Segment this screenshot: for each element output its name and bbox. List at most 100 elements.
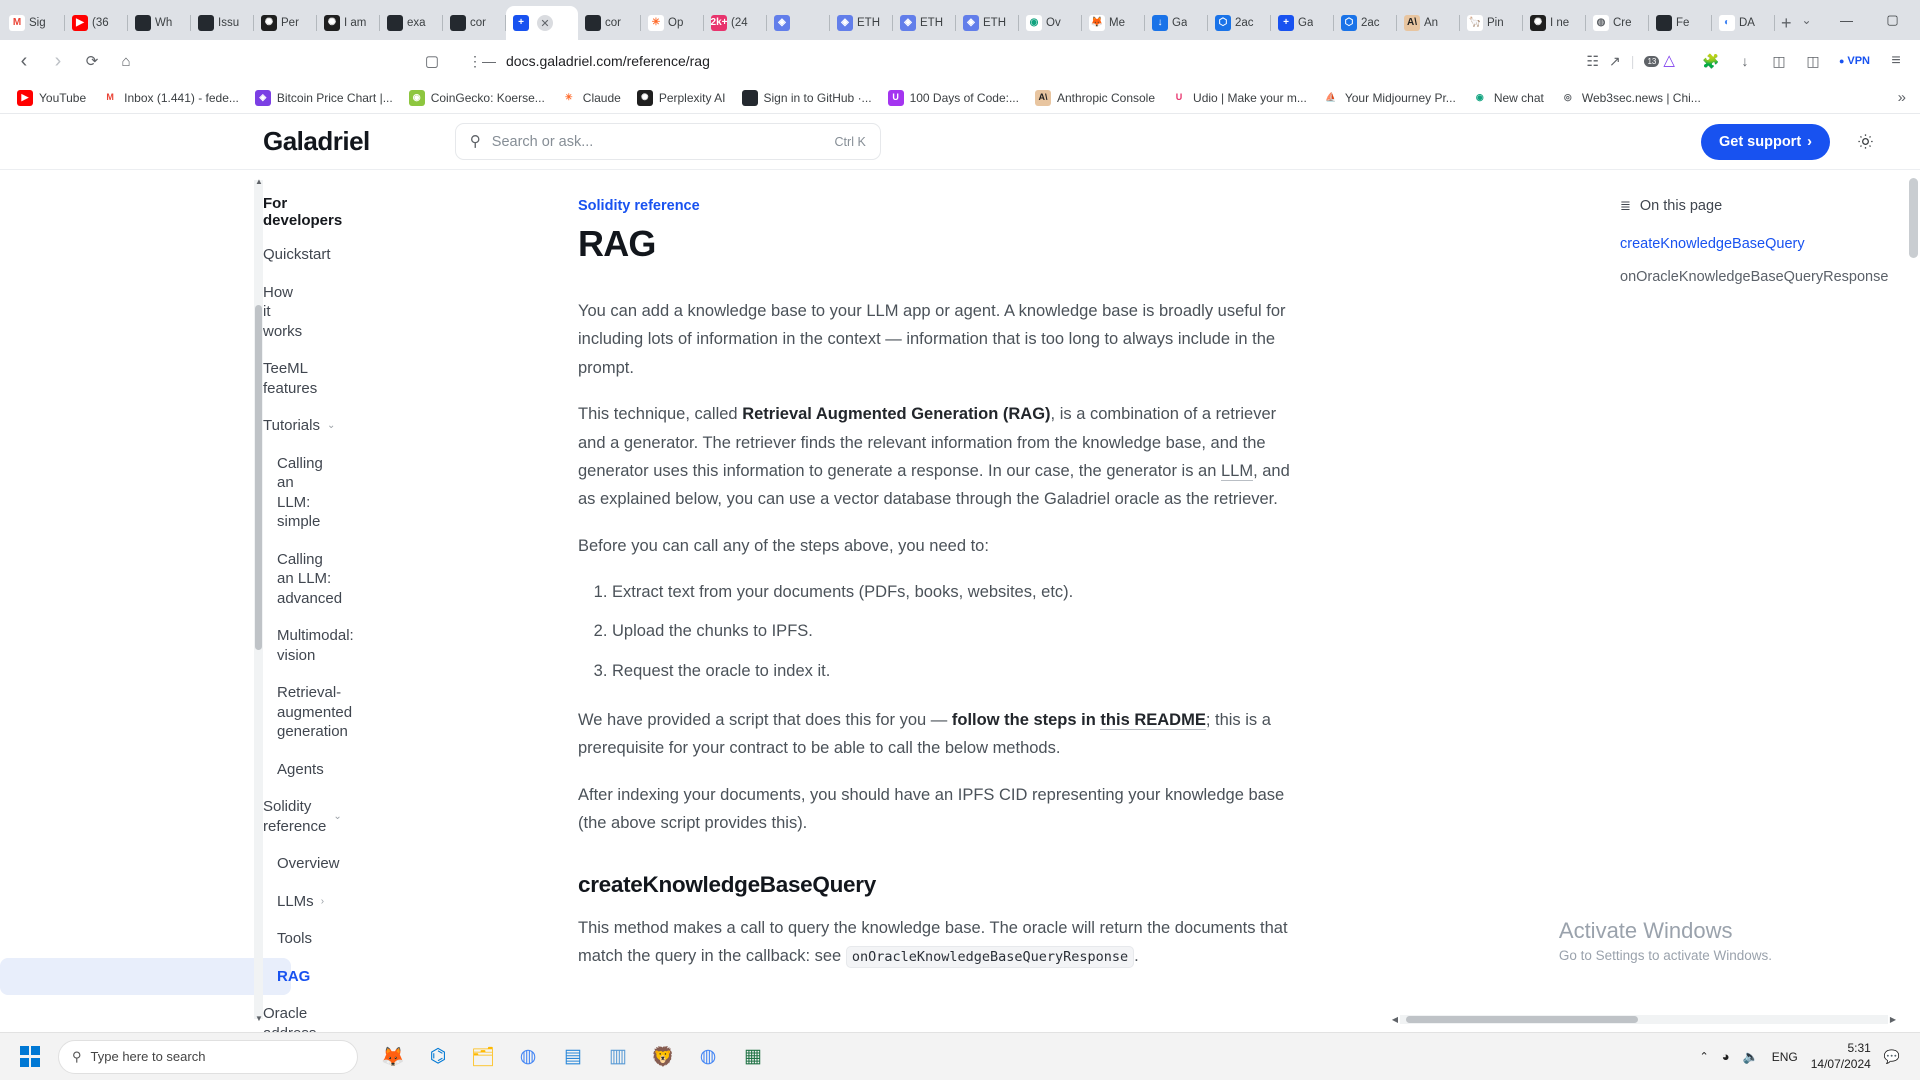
forward-button[interactable]: ›	[42, 45, 74, 77]
back-button[interactable]: ‹	[8, 45, 40, 77]
extensions-icon[interactable]: 🧩	[1695, 45, 1727, 77]
sidebar-icon[interactable]: ◫	[1763, 45, 1795, 77]
bookmark-item[interactable]: ◎ Web3sec.news | Chi...	[1553, 87, 1708, 109]
get-support-button[interactable]: Get support ›	[1700, 123, 1830, 160]
clock[interactable]: 5:31 14/07/2024	[1811, 1041, 1871, 1072]
browser-tab[interactable]: ⬡ 2ac	[1208, 6, 1271, 40]
minimize-button[interactable]: —	[1826, 4, 1868, 36]
sidebar-item-agents[interactable]: Agents	[0, 751, 324, 789]
browser-tab[interactable]: ◍ Cre	[1586, 6, 1649, 40]
browser-tab[interactable]: ◈ ETH	[893, 6, 956, 40]
browser-tab[interactable]: ◈ ETH	[830, 6, 893, 40]
taskbar-search[interactable]: ⚲ Type here to search	[58, 1039, 358, 1074]
bookmark-item[interactable]: ◉ New chat	[1465, 87, 1551, 109]
bookmark-item[interactable]: ✳ Claude	[554, 87, 628, 109]
browser-tab[interactable]: + Ga	[1271, 6, 1334, 40]
bookmark-item[interactable]: Sign in to GitHub ·...	[735, 87, 879, 109]
bookmark-item[interactable]: ⛵ Your Midjourney Pr...	[1316, 87, 1463, 109]
sidebar-item-retrieval-augmented-generation[interactable]: Retrieval-augmented generation	[0, 674, 352, 751]
bookmark-item[interactable]: U Udio | Make your m...	[1164, 87, 1314, 109]
sidebar-item-multimodal-vision[interactable]: Multimodal: vision	[0, 617, 354, 674]
breadcrumb[interactable]: Solidity reference	[578, 198, 1620, 214]
file-explorer-icon[interactable]: 🗂	[464, 1038, 502, 1076]
sidebar-scroll-thumb[interactable]	[255, 305, 262, 650]
sidebar-item-solidity-reference[interactable]: Solidity reference ⌄	[0, 788, 342, 845]
browser-tab[interactable]: ✳ Op	[641, 6, 704, 40]
browser-tab[interactable]: ◐ DA	[1712, 6, 1775, 40]
scroll-right-icon[interactable]: ▶	[1888, 1015, 1898, 1024]
sidebar-item-rag[interactable]: RAG	[0, 957, 310, 995]
browser-tab[interactable]: ✺ I ne	[1523, 6, 1586, 40]
browser-tab[interactable]: ◈ ETH	[956, 6, 1019, 40]
browser-tab[interactable]: ▶ (36	[65, 6, 128, 40]
browser-tab[interactable]: M Sig	[2, 6, 65, 40]
sidebar-item-tutorials[interactable]: Tutorials ⌄	[0, 407, 335, 445]
tab-search-button[interactable]: ⌄	[1792, 5, 1822, 35]
excel-icon[interactable]: ▦	[734, 1038, 772, 1076]
vscode-icon[interactable]: ⌬	[419, 1038, 457, 1076]
split-view-icon[interactable]: ◫	[1797, 45, 1829, 77]
search-input[interactable]: ⚲ Search or ask... Ctrl K	[454, 123, 881, 160]
scroll-up-icon[interactable]: ▲	[255, 177, 263, 186]
maximize-button[interactable]: ▢	[1872, 4, 1914, 36]
browser-tab[interactable]: Wh	[128, 6, 191, 40]
llm-link[interactable]: LLM	[1220, 461, 1254, 481]
browser-tab[interactable]: exa	[380, 6, 443, 40]
horizontal-scroll-thumb[interactable]	[1406, 1016, 1638, 1023]
sidebar-item-oracle-address[interactable]: Oracle address	[0, 995, 316, 1032]
toc-link[interactable]: onOracleKnowledgeBaseQueryResponse	[1620, 269, 1890, 285]
bookmark-item[interactable]: ✺ Perplexity AI	[630, 87, 733, 109]
sidebar-item-tools[interactable]: Tools	[0, 920, 312, 958]
toc-link[interactable]: createKnowledgeBaseQuery	[1620, 236, 1920, 252]
horizontal-scrollbar[interactable]: ◀ ▶	[1390, 1013, 1898, 1026]
reload-button[interactable]: ⟳	[76, 45, 108, 77]
start-button[interactable]	[6, 1037, 54, 1077]
sidebar-item-how-it-works[interactable]: How it works	[0, 274, 302, 351]
page-scrollbar[interactable]	[1907, 170, 1920, 1031]
chrome-icon[interactable]: ◍	[509, 1038, 547, 1076]
browser-tab[interactable]: Issu	[191, 6, 254, 40]
address-bar[interactable]: ⋮— docs.galadriel.com/reference/rag ☷ ↗ …	[456, 45, 1687, 77]
browser-tab[interactable]: cor	[443, 6, 506, 40]
browser-tab[interactable]: A\ An	[1397, 6, 1460, 40]
sidebar-item-calling-an-llm-advanced[interactable]: Calling an LLM: advanced	[0, 541, 342, 618]
remote-desktop-icon[interactable]: ▤	[554, 1038, 592, 1076]
chrome-2-icon[interactable]: ◍	[689, 1038, 727, 1076]
firefox-icon[interactable]: 🦊	[374, 1038, 412, 1076]
bookmark-icon[interactable]: ▢	[416, 45, 448, 77]
site-logo[interactable]: Galadriel	[263, 126, 370, 157]
browser-tab[interactable]: cor	[578, 6, 641, 40]
bookmark-item[interactable]: A\ Anthropic Console	[1028, 87, 1162, 109]
browser-tab[interactable]: ◈	[767, 6, 830, 40]
new-tab-button[interactable]: +	[1781, 9, 1792, 37]
menu-icon[interactable]: ≡	[1880, 45, 1912, 77]
browser-tab[interactable]: ⬡ 2ac	[1334, 6, 1397, 40]
readme-link[interactable]: this README	[1100, 711, 1206, 731]
page-scroll-thumb[interactable]	[1909, 178, 1918, 258]
bookmark-item[interactable]: M Inbox (1.441) - fede...	[95, 87, 246, 109]
close-tab-icon[interactable]: ✕	[537, 15, 553, 31]
brave-icon[interactable]: 🦁	[644, 1038, 682, 1076]
scroll-left-icon[interactable]: ◀	[1390, 1015, 1400, 1024]
sidebar-item-llms[interactable]: LLMs ›	[0, 883, 324, 921]
browser-tab[interactable]: ✺ I am	[317, 6, 380, 40]
browser-tab[interactable]: ✺ Per	[254, 6, 317, 40]
browser-tab[interactable]: + ✕	[506, 6, 578, 40]
sidebar-item-quickstart[interactable]: Quickstart	[0, 236, 331, 274]
browser-tab[interactable]: ◉ Ov	[1019, 6, 1082, 40]
sidebar-item-overview[interactable]: Overview	[0, 845, 340, 883]
browser-tab[interactable]: 🦙 Pin	[1460, 6, 1523, 40]
browser-tab[interactable]: Fe	[1649, 6, 1712, 40]
bookmark-item[interactable]: U 100 Days of Code:...	[881, 87, 1026, 109]
notes-icon[interactable]: ▥	[599, 1038, 637, 1076]
scroll-down-icon[interactable]: ▼	[255, 1014, 263, 1023]
downloads-icon[interactable]: ↓	[1729, 45, 1761, 77]
bookmark-item[interactable]: ◈ Bitcoin Price Chart |...	[248, 87, 400, 109]
bookmarks-overflow-button[interactable]: »	[1898, 89, 1910, 106]
bookmark-item[interactable]: ◉ CoinGecko: Koerse...	[402, 87, 552, 109]
sidebar-scrollbar[interactable]: ▲ ▼	[254, 177, 263, 1023]
tray-chevron-icon[interactable]: ⌃	[1699, 1050, 1708, 1063]
browser-tab[interactable]: 2k+ (24	[704, 6, 767, 40]
home-button[interactable]: ⌂	[110, 45, 142, 77]
bookmark-item[interactable]: ▶ YouTube	[10, 87, 93, 109]
